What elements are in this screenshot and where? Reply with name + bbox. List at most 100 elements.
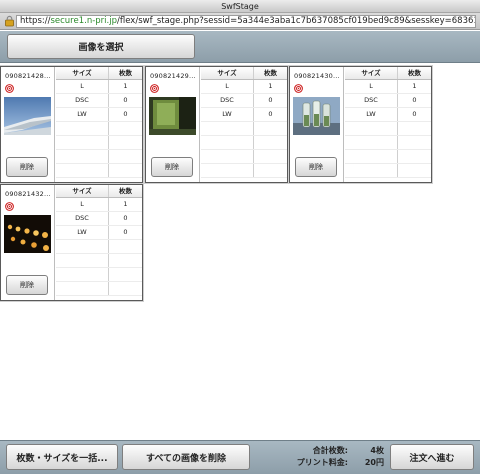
image-card-preview: 090821428... 削除 xyxy=(1,67,55,182)
table-row-empty xyxy=(56,268,142,282)
bulk-size-count-button[interactable]: 枚数・サイズを一括... xyxy=(6,444,118,470)
target-icon[interactable] xyxy=(294,84,303,93)
count-cell[interactable]: 0 xyxy=(109,94,142,107)
image-thumbnail[interactable] xyxy=(149,97,196,135)
table-row-empty xyxy=(56,122,142,136)
table-row-empty xyxy=(345,122,431,136)
order-summary-labels: 合計枚数: プリント料金: xyxy=(264,445,348,469)
count-cell[interactable]: 0 xyxy=(109,226,142,239)
select-images-button[interactable]: 画像を選択 xyxy=(7,34,195,59)
count-column-header[interactable]: 枚数 xyxy=(254,67,287,79)
count-column-header[interactable]: 枚数 xyxy=(398,67,431,79)
size-cell: LW xyxy=(56,226,109,239)
table-row[interactable]: DSC 0 xyxy=(201,94,287,108)
table-row-empty xyxy=(56,150,142,164)
url-host: secure1.n-pri.jp xyxy=(50,16,117,26)
count-cell[interactable]: 0 xyxy=(254,94,287,107)
size-cell: L xyxy=(345,80,398,93)
image-card: 090821432... 削除 サイズ 枚数 L 1 DSC 0 LW 0 xyxy=(0,184,143,301)
table-row[interactable]: L1 xyxy=(56,80,142,94)
count-cell[interactable]: 1 xyxy=(254,80,287,93)
size-column-header[interactable]: サイズ xyxy=(56,67,109,79)
total-count-value: 4枚 xyxy=(370,446,384,455)
size-cell: DSC xyxy=(345,94,398,107)
size-table: サイズ 枚数 L1 DSC 0 LW 0 xyxy=(56,185,142,300)
table-row-empty xyxy=(345,164,431,178)
url-scheme: https:// xyxy=(20,16,51,26)
size-cell: DSC xyxy=(56,94,109,107)
image-grid: 090821428... 削除 サイズ 枚数 L1 DSC 0 LW 0 090… xyxy=(0,64,480,440)
print-fee-value: 20円 xyxy=(364,458,384,467)
image-filename: 090821430... xyxy=(294,72,340,80)
image-card-preview: 090821432... 削除 xyxy=(1,185,55,300)
size-cell: LW xyxy=(201,108,254,121)
count-column-header[interactable]: 枚数 xyxy=(109,185,142,197)
url-field[interactable]: https://secure1.n-pri.jp/flex/swf_stage.… xyxy=(16,15,476,28)
count-cell[interactable]: 0 xyxy=(398,108,431,121)
image-thumbnail[interactable] xyxy=(4,215,51,253)
table-row-empty xyxy=(345,150,431,164)
count-cell[interactable]: 1 xyxy=(398,80,431,93)
image-thumbnail[interactable] xyxy=(4,97,51,135)
image-thumbnail[interactable] xyxy=(293,97,340,135)
size-table-header: サイズ 枚数 xyxy=(56,67,142,80)
table-row-empty xyxy=(345,136,431,150)
count-cell[interactable]: 0 xyxy=(398,94,431,107)
proceed-to-order-button[interactable]: 注文へ進む xyxy=(390,444,474,470)
target-icon[interactable] xyxy=(5,202,14,211)
table-row[interactable]: DSC 0 xyxy=(56,212,142,226)
image-card: 090821428... 削除 サイズ 枚数 L1 DSC 0 LW 0 xyxy=(0,66,143,183)
table-row-empty xyxy=(56,240,142,254)
count-cell[interactable]: 0 xyxy=(109,108,142,121)
size-column-header[interactable]: サイズ xyxy=(201,67,254,79)
size-table-header: サイズ 枚数 xyxy=(345,67,431,80)
image-card: 090821430... 削除 サイズ 枚数 L 1 DSC 0 LW 0 xyxy=(289,66,432,183)
table-row-empty xyxy=(201,150,287,164)
image-card: 090821429... 削除 サイズ 枚数 L1 DSC 0 LW 0 xyxy=(145,66,288,183)
delete-button[interactable]: 削除 xyxy=(295,157,337,177)
size-cell: DSC xyxy=(201,94,254,107)
size-cell: L xyxy=(56,198,109,211)
table-row[interactable]: L1 xyxy=(56,198,142,212)
size-column-header[interactable]: サイズ xyxy=(345,67,398,79)
window-title: SwfStage xyxy=(0,0,480,13)
table-row[interactable]: LW 0 xyxy=(345,108,431,122)
size-table: サイズ 枚数 L1 DSC 0 LW 0 xyxy=(345,67,431,182)
table-row-empty xyxy=(56,282,142,296)
table-row[interactable]: L1 xyxy=(345,80,431,94)
delete-button[interactable]: 削除 xyxy=(151,157,193,177)
count-cell[interactable]: 1 xyxy=(109,80,142,93)
size-table-header: サイズ 枚数 xyxy=(56,185,142,198)
target-icon[interactable] xyxy=(5,84,14,93)
image-card-preview: 090821429... 削除 xyxy=(146,67,200,182)
lock-icon xyxy=(5,15,14,27)
table-row-empty xyxy=(201,122,287,136)
size-cell: LW xyxy=(345,108,398,121)
table-row-empty xyxy=(201,136,287,150)
print-fee-label: プリント料金: xyxy=(296,458,348,467)
size-column-header[interactable]: サイズ xyxy=(56,185,109,197)
size-table: サイズ 枚数 L1 DSC 0 LW 0 xyxy=(56,67,142,182)
count-cell[interactable]: 1 xyxy=(109,198,142,211)
count-column-header[interactable]: 枚数 xyxy=(109,67,142,79)
table-row[interactable]: LW 0 xyxy=(56,108,142,122)
count-cell[interactable]: 0 xyxy=(109,212,142,225)
size-cell: L xyxy=(201,80,254,93)
target-icon[interactable] xyxy=(150,84,159,93)
table-row-empty xyxy=(56,136,142,150)
table-row-empty xyxy=(56,164,142,178)
size-table-header: サイズ 枚数 xyxy=(201,67,287,80)
image-filename: 090821428... xyxy=(5,72,51,80)
delete-button[interactable]: 削除 xyxy=(6,275,48,295)
delete-all-images-button[interactable]: すべての画像を削除 xyxy=(122,444,250,470)
table-row-empty xyxy=(56,254,142,268)
table-row[interactable]: LW 0 xyxy=(201,108,287,122)
count-cell[interactable]: 0 xyxy=(254,108,287,121)
table-row[interactable]: LW 0 xyxy=(56,226,142,240)
delete-button[interactable]: 削除 xyxy=(6,157,48,177)
table-row[interactable]: DSC 0 xyxy=(345,94,431,108)
table-row[interactable]: L1 xyxy=(201,80,287,94)
table-row[interactable]: DSC 0 xyxy=(56,94,142,108)
size-cell: L xyxy=(56,80,109,93)
size-cell: LW xyxy=(56,108,109,121)
